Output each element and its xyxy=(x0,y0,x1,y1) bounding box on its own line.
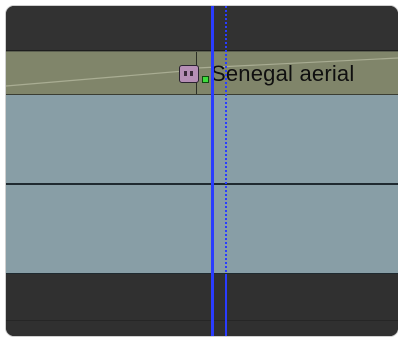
clip-title: Senegal aerial xyxy=(211,61,355,86)
volume-line-left xyxy=(6,69,197,87)
audio-track[interactable]: Senegal aerial xyxy=(6,51,398,95)
timeline-view: Senegal aerial xyxy=(6,6,398,336)
playhead[interactable] xyxy=(211,6,214,336)
playhead-guide-solid xyxy=(225,274,227,336)
track-divider xyxy=(6,320,398,321)
video-track-1[interactable] xyxy=(6,95,398,185)
playhead-guide-dotted xyxy=(225,6,227,276)
empty-track-top[interactable] xyxy=(6,6,398,51)
audio-clip-icon[interactable] xyxy=(179,65,199,83)
video-track-2[interactable] xyxy=(6,185,398,274)
keyframe-marker-icon[interactable] xyxy=(202,76,209,83)
empty-track-bottom[interactable] xyxy=(6,274,398,336)
